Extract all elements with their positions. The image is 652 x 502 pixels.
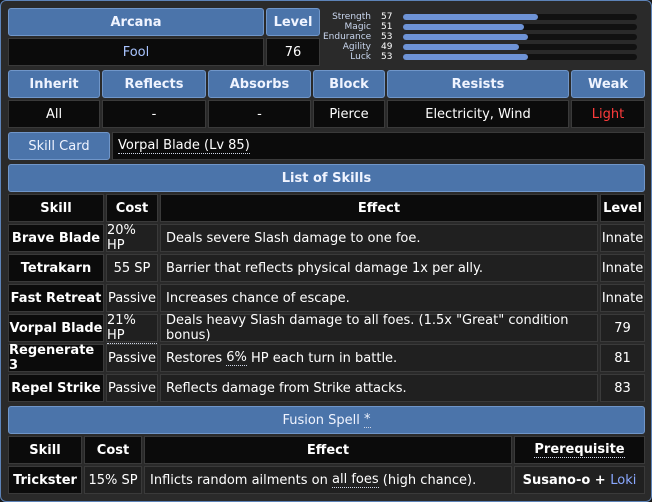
stat-fill-strength [403,14,538,20]
skill-name: Brave Blade [8,224,104,252]
stat-label-endurance: Endurance [323,32,372,42]
stat-value-endurance: 53 [381,32,393,42]
skill-effect: Reflects damage from Strike attacks. [160,374,598,402]
fusion-col-cost: Cost [84,436,142,464]
prereq-persona-a[interactable]: Susano-o [523,473,591,488]
fusion-effect-text: Inflicts random ailments on [150,472,332,488]
skills-title: List of Skills [8,164,645,192]
skill-cost-link[interactable]: 21% HP [107,313,157,344]
stat-value-magic: 51 [381,22,393,32]
fusion-col-skill: Skill [8,436,82,464]
skill-effect: Deals severe Slash damage to one foe. [160,224,598,252]
stat-label-magic: Magic [344,22,371,32]
skill-cost: Passive [106,374,158,402]
skill-effect: Deals heavy Slash damage to all foes. (1… [160,313,598,343]
skill-cost: 55 SP [106,254,158,282]
stat-label-strength: Strength [332,12,371,22]
stat-value-agility: 49 [381,42,393,52]
skills-col-skill: Skill [8,194,104,222]
skill-effect: Restores 6% HP each turn in battle. [160,344,598,372]
arcana-value: Fool [8,38,264,66]
fusion-note-link[interactable]: * [364,412,371,428]
fusion-effect-text: (high chance). [378,472,477,488]
skill-cost: 20% HP [106,223,158,253]
reflects-header: Reflects [102,70,206,98]
fusion-col-effect: Effect [144,436,512,464]
level-value: 76 [266,38,320,66]
skill-effect: Increases chance of escape. [160,284,598,312]
block-value: Pierce [313,100,385,128]
skill-name: Vorpal Blade [8,314,104,342]
stat-bar-luck [403,54,637,60]
stat-fill-agility [403,44,519,50]
stat-value-strength: 57 [381,12,393,22]
skill-name: Fast Retreat [8,284,104,312]
fusion-skill-cost: 15% SP [84,466,142,494]
fusion-prerequisite: Susano-o + Loki [514,466,645,494]
skill-level: Innate [600,284,645,312]
stat-fill-endurance [403,34,529,40]
skill-cost[interactable]: 21% HP [106,313,158,344]
skill-level: 83 [600,374,645,402]
skill-level: Innate [600,254,645,282]
fusion-effect-link[interactable]: all foes [332,472,379,488]
skill-effect-text: Restores [166,350,227,366]
fusion-title: Fusion Spell * [8,406,645,434]
fusion-skill-name: Trickster [8,466,82,494]
skill-name: Tetrakarn [8,254,104,282]
arcana-value-text: Fool [122,44,150,60]
absorbs-header: Absorbs [208,70,311,98]
stat-bar-endurance [403,34,637,40]
reflects-value: - [102,100,206,128]
prerequisite-link[interactable]: Prerequisite [534,442,625,458]
skill-card-value[interactable]: Vorpal Blade (Lv 85) [112,132,645,160]
weak-value: Light [571,100,645,128]
persona-infobox: Arcana Level Fool 76 Strength 57 Magic 5… [0,0,652,502]
fusion-col-prerequisite[interactable]: Prerequisite [514,436,645,464]
skill-name: Repel Strike [8,374,104,402]
block-header: Block [313,70,385,98]
prereq-plus: + [590,472,611,488]
skill-card-link[interactable]: Vorpal Blade (Lv 85) [118,138,250,154]
fusion-title-text: Fusion Spell [282,412,360,428]
stat-label-agility: Agility [342,42,371,52]
arcana-header: Arcana [8,8,264,36]
skill-level: Innate [600,224,645,252]
skills-col-effect: Effect [160,194,598,222]
stat-fill-luck [403,54,529,60]
inherit-header: Inherit [8,70,100,98]
inherit-value: All [8,100,100,128]
skill-cost: Passive [106,344,158,372]
skill-level: 79 [600,314,645,342]
skill-effect-text: HP each turn in battle. [246,350,398,366]
skill-name: Regenerate 3 [8,343,104,373]
absorbs-value: - [208,100,311,128]
skills-col-cost: Cost [106,194,158,222]
resists-header: Resists [387,70,569,98]
skills-col-level: Level [600,194,645,222]
stat-bar-agility [403,44,637,50]
stat-label-luck: Luck [350,52,371,62]
level-header: Level [266,8,320,36]
resists-value: Electricity, Wind [387,100,569,128]
stat-fill-magic [403,24,524,30]
prereq-persona-b[interactable]: Loki [610,473,636,488]
fusion-skill-effect: Inflicts random ailments on all foes (hi… [144,466,512,494]
skill-card-header: Skill Card [8,132,110,160]
skill-cost: Passive [106,284,158,312]
stat-bar-strength [403,14,637,20]
weak-header: Weak [571,70,645,98]
stats-panel: Strength 57 Magic 51 Endurance 53 Agilit… [323,8,645,66]
skill-level: 81 [600,344,645,372]
skill-effect: Barrier that reflects physical damage 1x… [160,254,598,282]
stat-bar-magic [403,24,637,30]
stat-value-luck: 53 [381,52,393,62]
skill-effect-link[interactable]: 6% [226,350,247,366]
